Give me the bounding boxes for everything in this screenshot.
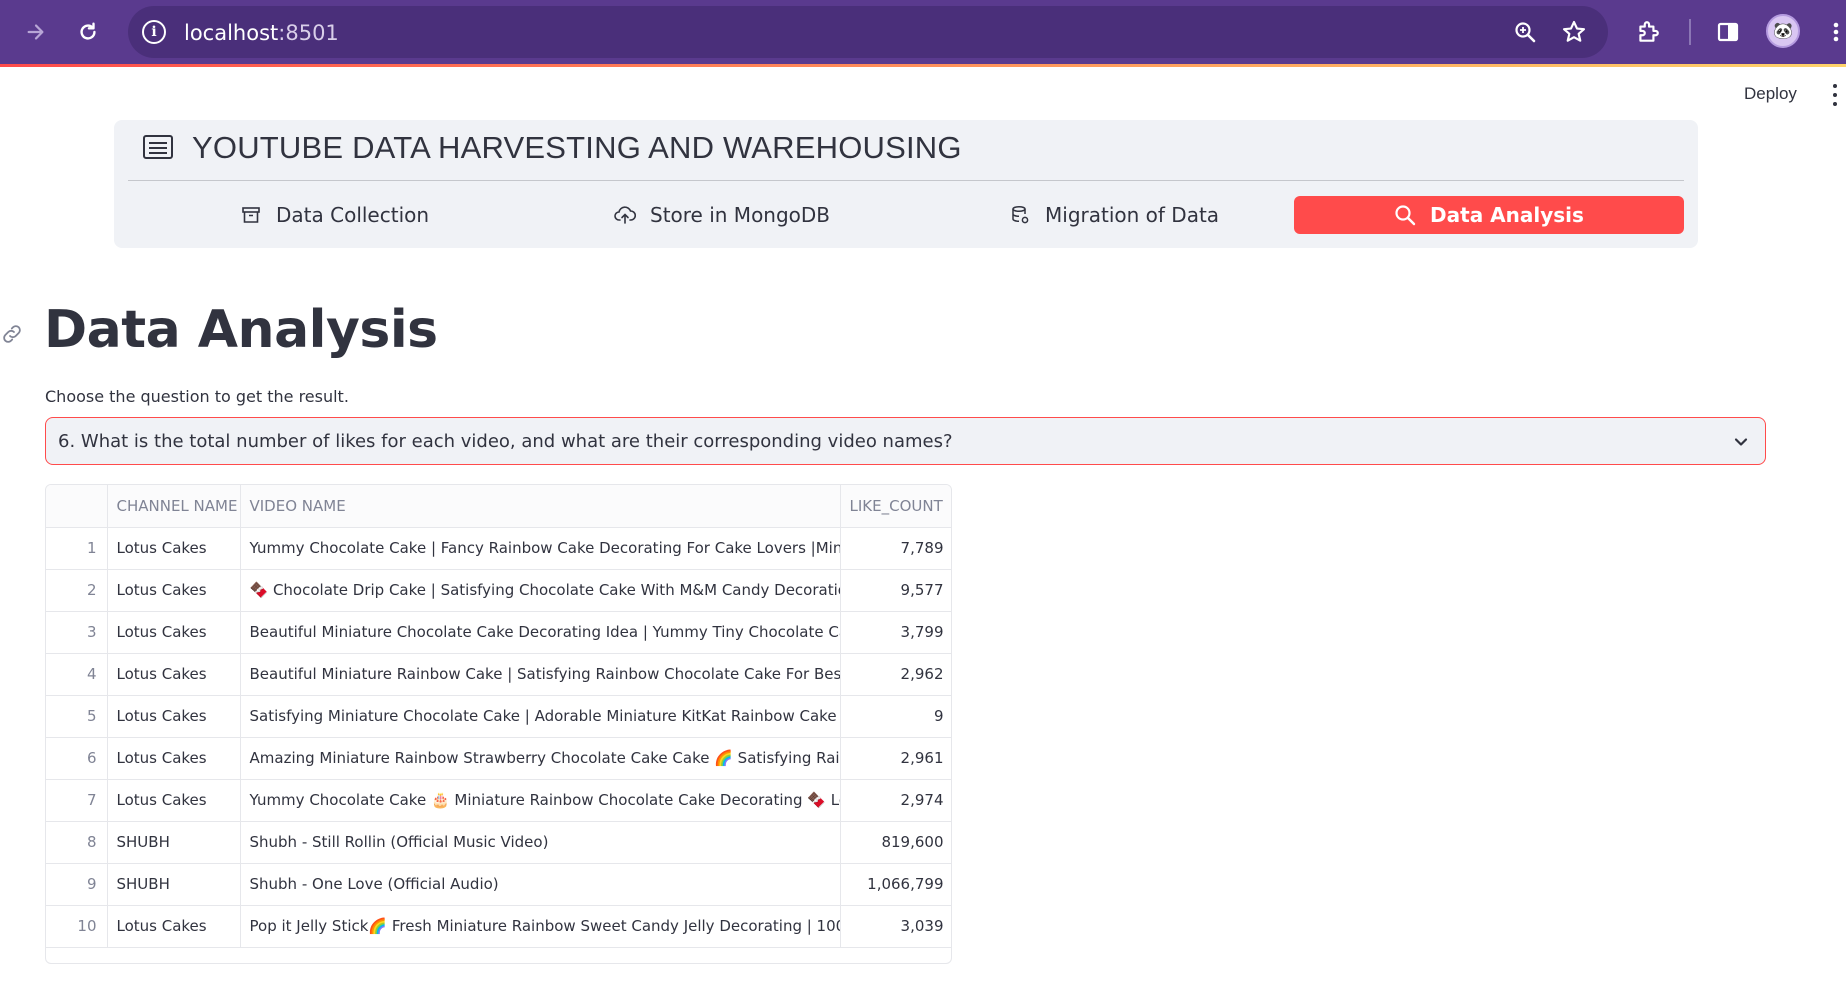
cloud-upload-icon bbox=[614, 204, 636, 226]
video-name-cell[interactable]: Beautiful Miniature Chocolate Cake Decor… bbox=[240, 611, 841, 654]
address-bar[interactable]: i localhost:8501 bbox=[128, 6, 1608, 58]
column-header[interactable]: VIDEO NAME bbox=[240, 485, 841, 528]
table-row[interactable]: 6 Lotus Cakes Amazing Miniature Rainbow St… bbox=[46, 737, 951, 780]
row-index[interactable]: 6 bbox=[46, 737, 108, 780]
channel-name-cell[interactable]: Lotus Cakes bbox=[107, 527, 241, 570]
like-count-cell[interactable]: 9 bbox=[840, 695, 951, 738]
table-row[interactable]: 8 SHUBH Shubh - Still Rollin (Official Mus… bbox=[46, 821, 951, 864]
video-name-cell[interactable]: Satisfying Miniature Chocolate Cake | Ad… bbox=[240, 695, 841, 738]
menu-item-data-analysis[interactable]: Data Analysis bbox=[1294, 196, 1684, 234]
index-header[interactable] bbox=[46, 485, 108, 528]
channel-name-cell[interactable]: SHUBH bbox=[107, 863, 241, 906]
like-count-cell[interactable]: 2,974 bbox=[840, 779, 951, 822]
channel-name-cell[interactable]: Lotus Cakes bbox=[107, 737, 241, 780]
row-index[interactable]: 9 bbox=[46, 863, 108, 906]
arrow-right-icon bbox=[27, 24, 44, 40]
like-count-cell[interactable]: 3,799 bbox=[840, 611, 951, 654]
menu-item-migration[interactable]: Migration of Data bbox=[1009, 196, 1219, 234]
zoom-icon[interactable] bbox=[1511, 18, 1539, 46]
row-index[interactable]: 4 bbox=[46, 653, 108, 696]
header-decoration bbox=[0, 64, 1846, 67]
bookmark-star-icon[interactable] bbox=[1560, 18, 1588, 46]
table-row[interactable]: 9 SHUBH Shubh - One Love (Official Audio) 1… bbox=[46, 863, 951, 906]
row-index[interactable]: 10 bbox=[46, 905, 108, 948]
table-row[interactable]: 1 Lotus Cakes Yummy Chocolate Cake | Fancy… bbox=[46, 527, 951, 570]
video-name-cell[interactable]: Beautiful Miniature Rainbow Cake | Satis… bbox=[240, 653, 841, 696]
question-select[interactable]: 6. What is the total number of likes for… bbox=[45, 417, 1766, 465]
table-row[interactable]: 5 Lotus Cakes Satisfying Miniature Chocola… bbox=[46, 695, 951, 738]
url-text: localhost:8501 bbox=[184, 21, 339, 45]
table-row[interactable]: 10 Lotus Cakes Pop it Jelly Stick🌈 Fresh M… bbox=[46, 905, 951, 948]
video-name-cell[interactable]: Yummy Chocolate Cake 🎂 Miniature Rainbow… bbox=[240, 779, 841, 822]
video-name-cell[interactable]: Shubh - One Love (Official Audio) bbox=[240, 863, 841, 906]
link-anchor-icon[interactable] bbox=[0, 322, 24, 346]
row-index[interactable]: 3 bbox=[46, 611, 108, 654]
reload-button[interactable] bbox=[70, 14, 106, 50]
row-index[interactable]: 1 bbox=[46, 527, 108, 570]
channel-name-cell[interactable]: Lotus Cakes bbox=[107, 779, 241, 822]
channel-name-cell[interactable]: SHUBH bbox=[107, 821, 241, 864]
table-row[interactable]: 2 Lotus Cakes 🍫 Chocolate Drip Cake | Sati… bbox=[46, 569, 951, 612]
like-count-cell[interactable]: 819,600 bbox=[840, 821, 951, 864]
channel-name-cell[interactable]: Lotus Cakes bbox=[107, 695, 241, 738]
like-count-cell[interactable]: 9,577 bbox=[840, 569, 951, 612]
table-row[interactable]: 3 Lotus Cakes Beautiful Miniature Chocolat… bbox=[46, 611, 951, 654]
menu-divider bbox=[128, 180, 1684, 181]
menu-item-label: Migration of Data bbox=[1045, 203, 1220, 227]
channel-name-cell[interactable]: Lotus Cakes bbox=[107, 611, 241, 654]
row-index[interactable]: 2 bbox=[46, 569, 108, 612]
toolbar-separator bbox=[1689, 19, 1691, 45]
browser-toolbar: i localhost:8501 🐼 bbox=[0, 0, 1846, 64]
results-dataframe[interactable]: CHANNEL NAME VIDEO NAME LIKE_COUNT 1 Lotu… bbox=[45, 484, 952, 964]
table-body: 1 Lotus Cakes Yummy Chocolate Cake | Fancy… bbox=[46, 527, 951, 948]
row-index[interactable]: 5 bbox=[46, 695, 108, 738]
forward-button[interactable] bbox=[18, 14, 54, 50]
profile-avatar[interactable]: 🐼 bbox=[1766, 14, 1800, 48]
like-count-cell[interactable]: 2,961 bbox=[840, 737, 951, 780]
option-menu: YOUTUBE DATA HARVESTING AND WAREHOUSING … bbox=[114, 120, 1698, 248]
menu-item-label: Data Analysis bbox=[1430, 203, 1584, 227]
extensions-icon[interactable] bbox=[1630, 14, 1666, 50]
search-icon bbox=[1394, 204, 1416, 226]
video-name-cell[interactable]: 🍫 Chocolate Drip Cake | Satisfying Choco… bbox=[240, 569, 841, 612]
menu-item-label: Store in MongoDB bbox=[650, 203, 831, 227]
video-name-cell[interactable]: Shubh - Still Rollin (Official Music Vid… bbox=[240, 821, 841, 864]
video-name-cell[interactable]: Amazing Miniature Rainbow Strawberry Cho… bbox=[240, 737, 841, 780]
question-select-value: 6. What is the total number of likes for… bbox=[58, 431, 953, 452]
row-index[interactable]: 7 bbox=[46, 779, 108, 822]
column-header[interactable]: CHANNEL NAME bbox=[107, 485, 241, 528]
deploy-button[interactable]: Deploy bbox=[1744, 84, 1797, 104]
video-name-cell[interactable]: Yummy Chocolate Cake | Fancy Rainbow Cak… bbox=[240, 527, 841, 570]
table-header-row: CHANNEL NAME VIDEO NAME LIKE_COUNT bbox=[46, 485, 951, 528]
reload-icon bbox=[80, 22, 96, 40]
results-table: CHANNEL NAME VIDEO NAME LIKE_COUNT 1 Lotu… bbox=[46, 485, 951, 948]
row-index[interactable]: 8 bbox=[46, 821, 108, 864]
table-row[interactable]: 7 Lotus Cakes Yummy Chocolate Cake 🎂 Minia… bbox=[46, 779, 951, 822]
like-count-cell[interactable]: 2,962 bbox=[840, 653, 951, 696]
video-name-cell[interactable]: Pop it Jelly Stick🌈 Fresh Miniature Rain… bbox=[240, 905, 841, 948]
chevron-down-icon[interactable] bbox=[1731, 432, 1751, 452]
archive-icon bbox=[240, 204, 262, 226]
menu-item-label: Data Collection bbox=[276, 203, 430, 227]
question-select-label: Choose the question to get the result. bbox=[45, 387, 349, 406]
column-header[interactable]: LIKE_COUNT bbox=[840, 485, 951, 528]
channel-name-cell[interactable]: Lotus Cakes bbox=[107, 569, 241, 612]
page-title: Data Analysis bbox=[44, 300, 438, 360]
like-count-cell[interactable]: 1,066,799 bbox=[840, 863, 951, 906]
channel-name-cell[interactable]: Lotus Cakes bbox=[107, 653, 241, 696]
site-info-icon[interactable]: i bbox=[142, 20, 166, 44]
menu-list-icon bbox=[143, 135, 173, 159]
database-gear-icon bbox=[1009, 204, 1031, 226]
menu-item-data-collection[interactable]: Data Collection bbox=[240, 196, 429, 234]
menu-item-store-mongodb[interactable]: Store in MongoDB bbox=[614, 196, 830, 234]
like-count-cell[interactable]: 7,789 bbox=[840, 527, 951, 570]
table-row[interactable]: 4 Lotus Cakes Beautiful Miniature Rainbow … bbox=[46, 653, 951, 696]
channel-name-cell[interactable]: Lotus Cakes bbox=[107, 905, 241, 948]
side-panel-icon[interactable] bbox=[1710, 14, 1746, 50]
browser-menu-icon[interactable] bbox=[1818, 14, 1846, 50]
like-count-cell[interactable]: 3,039 bbox=[840, 905, 951, 948]
main-menu-icon[interactable] bbox=[1832, 84, 1838, 106]
menu-title: YOUTUBE DATA HARVESTING AND WAREHOUSING bbox=[192, 130, 962, 165]
